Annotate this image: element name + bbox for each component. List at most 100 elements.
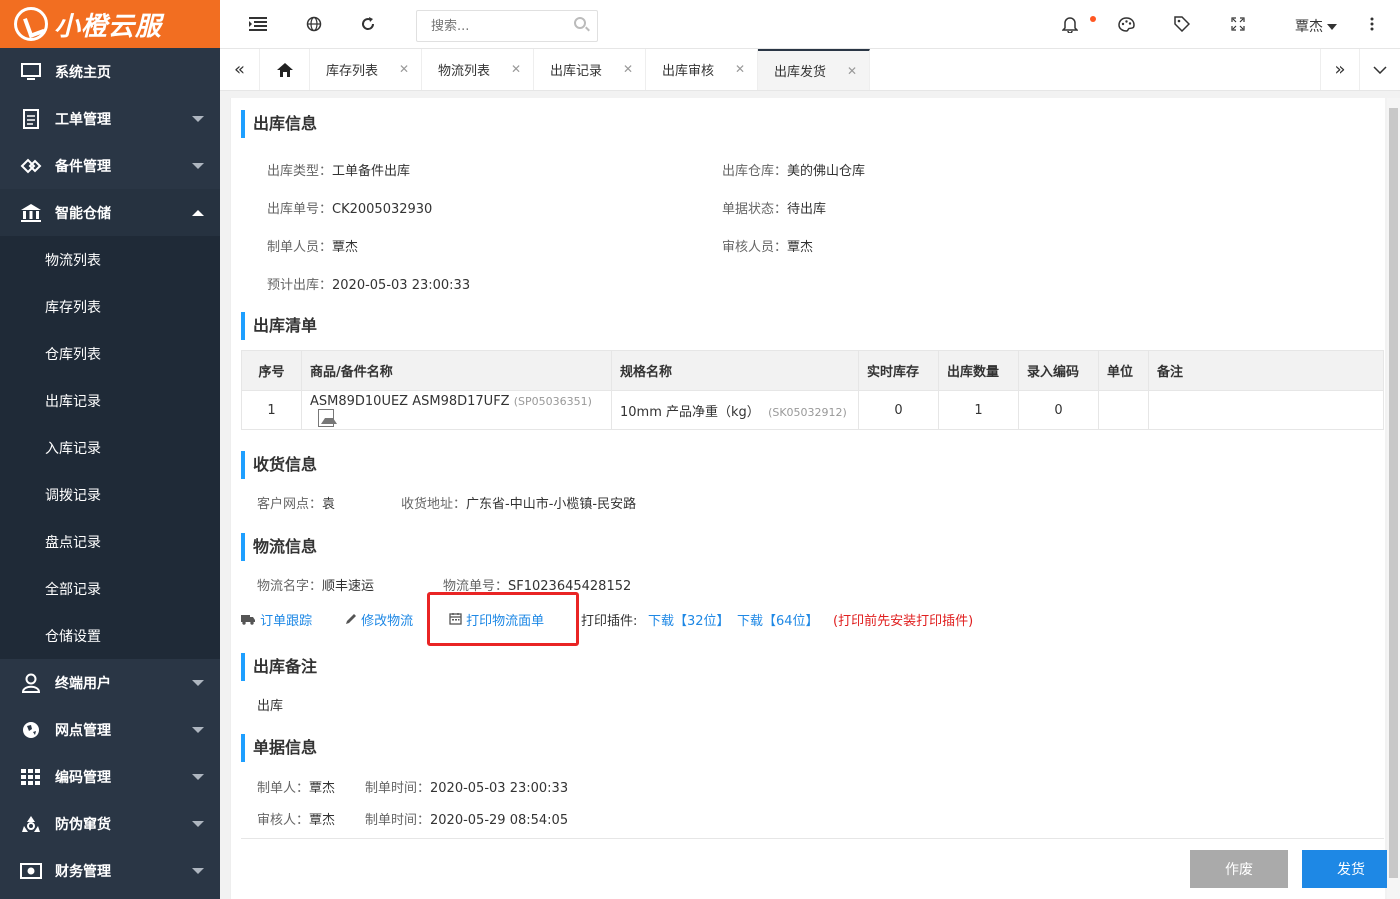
- field-address: 收货地址：广东省-中山市-小榄镇-民安路: [401, 497, 637, 512]
- theme-palette-icon[interactable]: [1116, 14, 1136, 34]
- tabs-dropdown-icon[interactable]: [1360, 49, 1400, 90]
- truck-icon: [241, 615, 255, 625]
- pencil-icon: [346, 614, 356, 624]
- edit-logistics-link[interactable]: 修改物流: [345, 610, 413, 629]
- search-input[interactable]: [416, 10, 598, 42]
- image-icon[interactable]: [318, 408, 337, 427]
- sidebar-subitem-stock[interactable]: 库存列表: [0, 283, 220, 330]
- close-icon[interactable]: ✕: [399, 62, 409, 76]
- sidebar-subitem-all[interactable]: 全部记录: [0, 565, 220, 612]
- sidebar-item-label: 财务管理: [55, 863, 111, 880]
- tabs-scroll-right-icon[interactable]: »: [1320, 49, 1360, 90]
- sidebar-item-home[interactable]: 系统主页: [0, 48, 220, 95]
- column-header: 实时库存: [858, 350, 939, 391]
- cell-spec: 10mm 产品净重（kg） (SK05032912): [611, 390, 859, 430]
- remark-value: 出库: [257, 699, 284, 714]
- download-64bit-link[interactable]: 下载【64位】: [737, 610, 819, 629]
- user-icon: [20, 672, 42, 694]
- tab-outbound-review[interactable]: 出库审核 ✕: [646, 49, 758, 90]
- field-doc-create-time: 制单时间：2020-05-03 23:00:33: [365, 781, 569, 796]
- sidebar-item-label: 智能仓储: [55, 205, 111, 222]
- sidebar-item-label: 终端用户: [55, 675, 111, 692]
- sidebar-subitem-settings[interactable]: 仓储设置: [0, 612, 220, 659]
- close-icon[interactable]: ✕: [735, 62, 745, 76]
- search-icon[interactable]: [574, 17, 586, 29]
- tag-icon[interactable]: [1172, 14, 1192, 34]
- sidebar-item-codes[interactable]: 编码管理: [0, 753, 220, 800]
- home-icon: [276, 62, 293, 77]
- close-icon[interactable]: ✕: [847, 64, 857, 78]
- sidebar-item-finance[interactable]: 财务管理: [0, 847, 220, 894]
- parts-icon: [20, 155, 42, 177]
- download-32bit-link[interactable]: 下载【32位】: [648, 610, 730, 629]
- column-header: 商品/备件名称: [301, 350, 612, 391]
- sidebar-subitem-inbound[interactable]: 入库记录: [0, 424, 220, 471]
- print-plugin-label: 打印插件:: [581, 614, 638, 629]
- sidebar-item-workorder[interactable]: 工单管理: [0, 95, 220, 142]
- footer-divider: [241, 838, 1384, 839]
- tab-outbound-ship[interactable]: 出库发货 ✕: [758, 49, 870, 90]
- chevron-down-icon: [192, 727, 204, 733]
- order-tracking-link[interactable]: 订单跟踪: [241, 610, 312, 629]
- user-name: 覃杰: [1295, 19, 1323, 35]
- cell-note: [1148, 390, 1384, 430]
- field-eta: 预计出库：2020-05-03 23:00:33: [267, 278, 471, 293]
- sidebar-subitem-logistics[interactable]: 物流列表: [0, 236, 220, 283]
- more-vertical-icon[interactable]: [1362, 14, 1382, 34]
- field-customer: 客户网点：袁: [257, 497, 336, 512]
- scrollbar-thumb[interactable]: [1389, 108, 1398, 878]
- field-doc-creator: 制单人：覃杰: [257, 781, 336, 796]
- website-globe-icon[interactable]: [304, 14, 324, 34]
- tab-home[interactable]: [260, 49, 310, 90]
- sidebar-item-label: 网点管理: [55, 722, 111, 739]
- user-menu[interactable]: 覃杰: [1295, 16, 1337, 36]
- sidebar-item-users[interactable]: 终端用户: [0, 659, 220, 706]
- main-content: 出库信息 出库类型：工单备件出库 出库仓库：美的佛山仓库 出库单号：CK2005…: [230, 98, 1400, 899]
- bell-icon[interactable]: [1060, 14, 1080, 34]
- cell-stock: 0: [858, 390, 939, 430]
- column-header: 备注: [1148, 350, 1384, 391]
- tab-logistics-list[interactable]: 物流列表 ✕: [422, 49, 534, 90]
- field-doc-reviewer: 审核人：覃杰: [257, 813, 336, 828]
- tab-stock-list[interactable]: 库存列表 ✕: [310, 49, 422, 90]
- tabs-scroll-left-icon[interactable]: «: [220, 49, 260, 90]
- sidebar-item-outlets[interactable]: 网点管理: [0, 706, 220, 753]
- sidebar-item-warehouse[interactable]: 智能仓储: [0, 189, 220, 236]
- table-row: 1 ASM89D10UEZ ASM98D17UFZ (SP05036351) 1…: [241, 390, 1384, 430]
- notification-badge: [1090, 16, 1096, 22]
- sidebar-item-anticounterfeit[interactable]: 防伪窜货: [0, 800, 220, 847]
- sidebar-item-parts[interactable]: 备件管理: [0, 142, 220, 189]
- menu-toggle-icon[interactable]: [248, 14, 268, 34]
- column-header: 序号: [241, 350, 302, 391]
- monitor-icon: [20, 61, 42, 83]
- tab-label: 库存列表: [326, 64, 379, 79]
- section-title-remark: 出库备注: [241, 653, 317, 681]
- cell-codes: 0: [1018, 390, 1099, 430]
- chevron-up-icon: [192, 210, 204, 216]
- fullscreen-icon[interactable]: [1228, 14, 1248, 34]
- cell-qty: 1: [938, 390, 1019, 430]
- sidebar-submenu: 物流列表 库存列表 仓库列表 出库记录 入库记录 调拨记录 盘点记录 全部记录 …: [0, 236, 220, 659]
- warehouse-icon: [20, 202, 42, 224]
- refresh-icon[interactable]: [358, 14, 378, 34]
- chevron-down-icon: [1327, 24, 1337, 30]
- field-outbound-warehouse: 出库仓库：美的佛山仓库: [722, 164, 866, 179]
- logo[interactable]: 小橙云服: [0, 0, 220, 48]
- highlight-box: [427, 592, 579, 646]
- field-reviewer: 审核人员：覃杰: [722, 240, 814, 255]
- tab-outbound-records[interactable]: 出库记录 ✕: [534, 49, 646, 90]
- table-header-row: 序号 商品/备件名称 规格名称 实时库存 出库数量 录入编码 单位 备注: [241, 350, 1384, 391]
- sidebar-subitem-outbound[interactable]: 出库记录: [0, 377, 220, 424]
- close-icon[interactable]: ✕: [623, 62, 633, 76]
- sidebar-subitem-warehouses[interactable]: 仓库列表: [0, 330, 220, 377]
- sidebar-subitem-inventory[interactable]: 盘点记录: [0, 518, 220, 565]
- sidebar-item-label: 编码管理: [55, 769, 111, 786]
- chevron-down-icon: [192, 163, 204, 169]
- section-title-outbound-info: 出库信息: [241, 110, 317, 138]
- ship-button[interactable]: 发货: [1302, 850, 1400, 888]
- close-icon[interactable]: ✕: [511, 62, 521, 76]
- sidebar-item-label: 工单管理: [55, 111, 111, 128]
- void-button[interactable]: 作废: [1190, 850, 1288, 888]
- section-title-logistics: 物流信息: [241, 533, 317, 561]
- sidebar-subitem-transfer[interactable]: 调拨记录: [0, 471, 220, 518]
